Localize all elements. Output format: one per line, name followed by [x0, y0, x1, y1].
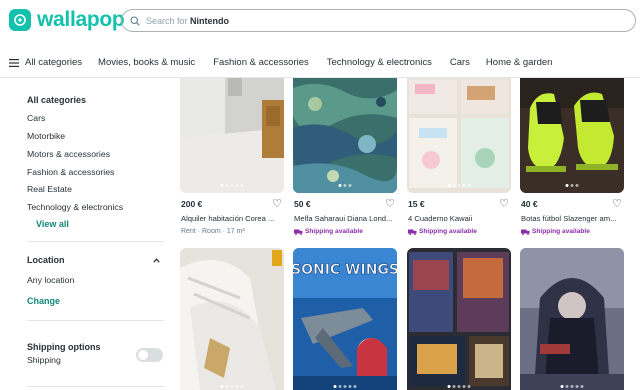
- toggle-knob: [138, 350, 148, 360]
- product-price: 15 €: [408, 199, 425, 209]
- category-motors-accessories[interactable]: Motors & accessories: [27, 149, 110, 159]
- heart-icon[interactable]: ♡: [272, 197, 282, 210]
- nav-item-cars[interactable]: Cars: [450, 57, 470, 68]
- image-dots: [447, 184, 471, 187]
- wallapop-logo[interactable]: wallapop: [9, 8, 125, 32]
- product-image[interactable]: [520, 78, 624, 193]
- location-title: Location: [27, 255, 65, 265]
- search-icon: [130, 15, 140, 26]
- image-dots: [333, 385, 357, 388]
- divider: [27, 386, 164, 387]
- categories-title[interactable]: All categories: [27, 95, 86, 105]
- category-nav: All categories Movies, books & music Fas…: [0, 48, 640, 78]
- truck-icon: [294, 229, 303, 235]
- product-meta: Rent · Room · 17 m²: [181, 228, 245, 235]
- product-card[interactable]: 15 € ♡ 4 Cuaderno Kawaii Shipping availa…: [407, 78, 511, 238]
- shipping-available-badge: Shipping available: [521, 228, 590, 235]
- shipping-label: Shipping: [27, 355, 61, 365]
- product-title: Alquiler habitación Corea ...: [181, 214, 275, 223]
- product-card[interactable]: 40 € ♡ Botas fútbol Slazenger am... Ship…: [520, 78, 624, 238]
- divider: [27, 241, 164, 242]
- product-card[interactable]: 200 € ♡ Alquiler habitación Corea ... Re…: [180, 78, 284, 238]
- product-price: 200 €: [181, 199, 203, 209]
- nav-item-fashion-accessories[interactable]: Fashion & accessories: [213, 57, 309, 68]
- image-dots: [220, 385, 244, 388]
- image-dots: [447, 385, 471, 388]
- category-real-estate[interactable]: Real Estate: [27, 184, 72, 194]
- nav-item-movies-books-music[interactable]: Movies, books & music: [98, 57, 195, 68]
- truck-icon: [408, 229, 417, 235]
- shipping-available-badge: Shipping available: [408, 228, 477, 235]
- box-art-title: SONIC WINGS: [293, 262, 397, 278]
- product-image[interactable]: [520, 248, 624, 390]
- shipping-available-badge: Shipping available: [294, 228, 363, 235]
- logo-text: wallapop: [37, 8, 125, 31]
- shipping-toggle[interactable]: [136, 348, 163, 362]
- heart-icon[interactable]: ♡: [499, 197, 509, 210]
- category-technology-electronics[interactable]: Technology & electronics: [27, 202, 123, 212]
- product-image[interactable]: SONIC WINGS: [293, 248, 397, 390]
- top-bar: wallapop Search for Nintendo: [0, 0, 640, 48]
- all-categories-menu[interactable]: All categories: [9, 57, 82, 68]
- heart-icon[interactable]: ♡: [385, 197, 395, 210]
- product-image[interactable]: [293, 78, 397, 193]
- product-card[interactable]: 50 € ♡ Melfa Saharaui Diana Lond... Ship…: [293, 78, 397, 238]
- category-motorbike[interactable]: Motorbike: [27, 131, 65, 141]
- nav-item-home-garden[interactable]: Home & garden: [486, 57, 553, 68]
- view-all-link[interactable]: View all: [36, 219, 69, 229]
- product-title: 4 Cuaderno Kawaii: [408, 214, 473, 223]
- product-image[interactable]: [407, 248, 511, 390]
- logo-icon: [9, 9, 31, 31]
- product-price: 50 €: [294, 199, 311, 209]
- product-card[interactable]: [407, 248, 511, 390]
- image-dots: [338, 184, 352, 187]
- product-title: Botas fútbol Slazenger am...: [521, 214, 617, 223]
- search-input[interactable]: Search for Nintendo: [121, 9, 636, 32]
- product-price: 40 €: [521, 199, 538, 209]
- shipping-title: Shipping options: [27, 342, 101, 352]
- category-cars[interactable]: Cars: [27, 113, 45, 123]
- product-image[interactable]: [180, 248, 284, 390]
- chevron-up-icon[interactable]: [153, 256, 160, 265]
- image-dots: [220, 184, 244, 187]
- nav-item-technology-electronics[interactable]: Technology & electronics: [327, 57, 432, 68]
- all-categories-label: All categories: [25, 57, 83, 68]
- image-dots: [565, 184, 579, 187]
- product-title: Melfa Saharaui Diana Lond...: [294, 214, 393, 223]
- filters-sidebar: All categories Cars Motorbike Motors & a…: [27, 78, 164, 390]
- heart-icon[interactable]: ♡: [612, 197, 622, 210]
- location-value: Any location: [27, 275, 75, 285]
- truck-icon: [521, 229, 530, 235]
- product-card[interactable]: [520, 248, 624, 390]
- change-location-link[interactable]: Change: [27, 296, 60, 306]
- product-card[interactable]: [180, 248, 284, 390]
- image-dots: [560, 385, 584, 388]
- product-image[interactable]: [407, 78, 511, 193]
- product-card[interactable]: SONIC WINGS: [293, 248, 397, 390]
- product-image[interactable]: [180, 78, 284, 193]
- search-placeholder: Search for Nintendo: [146, 15, 230, 26]
- divider: [27, 320, 164, 321]
- hamburger-icon: [9, 58, 19, 67]
- category-fashion-accessories[interactable]: Fashion & accessories: [27, 167, 114, 177]
